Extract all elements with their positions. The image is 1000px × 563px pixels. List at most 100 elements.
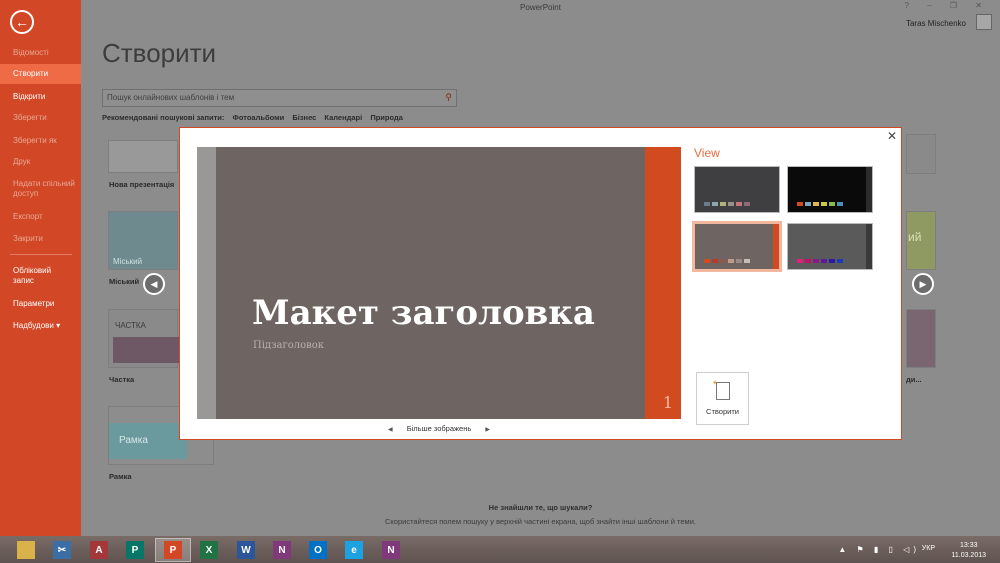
variant-accent-bar <box>866 224 872 269</box>
more-images-label[interactable]: Більше зображень <box>407 424 472 433</box>
sidebar-item-new[interactable]: Створити <box>0 64 81 84</box>
sidebar-item-addins[interactable]: Надбудови ▾ <box>0 321 81 331</box>
template-frame-label[interactable]: Рамка <box>109 472 132 481</box>
suggested-link-calendars[interactable]: Календарі <box>324 113 362 122</box>
back-arrow-icon[interactable]: ← <box>10 10 34 34</box>
slide-subtitle: Підзаголовок <box>253 340 325 351</box>
taskbar-app-access[interactable]: A <box>81 538 117 562</box>
sidebar-item-account[interactable]: Обліковий запис <box>0 266 70 286</box>
variant-swatch <box>829 259 835 263</box>
clock-time: 13:33 <box>959 542 978 549</box>
help-icon[interactable]: ? <box>905 1 917 10</box>
more-images-prev-icon[interactable]: ◀ <box>388 427 393 433</box>
search-icon[interactable]: ⚲ <box>445 92 452 103</box>
taskbar-app-internet-explorer[interactable]: e <box>336 538 372 562</box>
suggested-link-photo-albums[interactable]: Фотоальбоми <box>232 113 284 122</box>
variant-swatch <box>821 259 827 263</box>
variant-swatch <box>720 259 726 263</box>
theme-variant-3[interactable] <box>692 221 782 272</box>
not-found-title: Не знайшли те, що шукали? <box>488 503 593 512</box>
template-city-thumb-text: Міський <box>113 257 143 266</box>
close-window-icon[interactable]: ✕ <box>975 1 990 10</box>
onenote-icon: N <box>273 541 291 559</box>
taskbar-app-snipping-tool[interactable]: ✂ <box>44 538 80 562</box>
taskbar-app-excel[interactable]: X <box>191 538 227 562</box>
access-icon: A <box>90 541 108 559</box>
sidebar-item-info[interactable]: Відомості <box>0 48 81 58</box>
sidebar-item-save-as[interactable]: Зберегти як <box>0 136 81 146</box>
restore-icon[interactable]: ❐ <box>950 1 965 10</box>
sidebar-item-export[interactable]: Експорт <box>0 212 81 222</box>
taskbar-app-word[interactable]: W <box>228 538 264 562</box>
sidebar-item-options[interactable]: Параметри <box>0 299 81 309</box>
template-search-input[interactable]: Пошук онлайнових шаблонів і тем ⚲ <box>102 89 457 107</box>
variant-swatch <box>728 202 734 206</box>
template-right-1-thumb[interactable] <box>906 134 936 174</box>
variant-swatch <box>805 202 811 206</box>
template-city-label[interactable]: Міський <box>109 277 139 286</box>
template-frame-thumb-text: Рамка <box>119 435 148 446</box>
suggested-link-business[interactable]: Бізнес <box>292 113 316 122</box>
publisher-icon: P <box>126 541 144 559</box>
close-icon[interactable]: ✕ <box>887 129 897 143</box>
slide-left-bar <box>197 147 216 419</box>
template-part-label[interactable]: Частка <box>109 375 134 384</box>
variant-accent-bar <box>773 224 779 269</box>
not-found-hint: Скористайтеся полем пошуку у верхній час… <box>385 517 696 526</box>
variant-swatch <box>797 259 803 263</box>
sidebar-item-print[interactable]: Друк <box>0 157 81 167</box>
suggested-link-nature[interactable]: Природа <box>370 113 403 122</box>
theme-variant-2[interactable] <box>787 166 873 213</box>
template-right-3-label[interactable]: ди... <box>906 375 922 384</box>
template-blank-label[interactable]: Нова презентація <box>109 180 174 189</box>
variant-swatch <box>837 202 843 206</box>
variant-swatch <box>813 202 819 206</box>
taskbar-app-onenote[interactable]: N <box>264 538 300 562</box>
window-title: PowerPoint <box>520 3 561 12</box>
outlook-icon: O <box>309 541 327 559</box>
variant-swatches <box>797 259 845 263</box>
next-template-icon[interactable]: ▶ <box>912 273 934 295</box>
more-images-next-icon[interactable]: ▶ <box>485 427 490 433</box>
internet-explorer-icon: e <box>345 541 363 559</box>
taskbar-app-explorer[interactable] <box>8 538 44 562</box>
avatar[interactable] <box>976 14 992 30</box>
system-tray[interactable]: ▲ ⚑ ▮ ▯ ◁) <box>838 545 920 554</box>
minimize-icon[interactable]: – <box>927 1 939 10</box>
template-right-2-thumb-text: ий <box>908 230 922 244</box>
template-part-band <box>113 337 179 363</box>
variant-swatch <box>829 202 835 206</box>
theme-variant-1[interactable] <box>694 166 780 213</box>
clock[interactable]: 13:33 11.03.2013 <box>951 541 986 561</box>
taskbar-app-publisher[interactable]: P <box>117 538 153 562</box>
variant-swatch <box>821 202 827 206</box>
variant-swatch <box>712 202 718 206</box>
account-name[interactable]: Taras Mischenko <box>906 19 966 28</box>
template-city-thumb[interactable]: Міський <box>108 211 178 270</box>
theme-variant-4[interactable] <box>787 223 873 270</box>
template-blank-thumb[interactable] <box>108 140 178 173</box>
template-right-3-thumb[interactable] <box>906 309 936 368</box>
variant-swatch <box>736 202 742 206</box>
sidebar-item-open[interactable]: Відкрити <box>0 92 81 102</box>
variant-swatch <box>744 259 750 263</box>
window-controls[interactable]: ? – ❐ ✕ <box>905 1 990 10</box>
taskbar-app-powerpoint[interactable]: P <box>155 538 191 562</box>
suggested-searches: Рекомендовані пошукові запити: Фотоальбо… <box>102 113 409 122</box>
page-title: Створити <box>102 38 217 68</box>
sidebar-item-share[interactable]: Надати спільний доступ <box>0 179 78 199</box>
sidebar-item-save[interactable]: Зберегти <box>0 113 81 123</box>
template-right-2-thumb[interactable]: ий <box>906 211 936 270</box>
word-icon: W <box>237 541 255 559</box>
taskbar-app-onenote-clipper[interactable]: N <box>373 538 409 562</box>
sidebar-item-close[interactable]: Закрити <box>0 234 81 244</box>
variant-accent-bar <box>866 167 872 212</box>
taskbar-app-outlook[interactable]: O <box>300 538 336 562</box>
template-part-thumb-text: ЧАСТКА <box>115 321 146 330</box>
clock-date: 11.03.2013 <box>951 552 986 559</box>
create-button[interactable]: ✦ Створити <box>696 372 749 425</box>
previous-template-icon[interactable]: ◀ <box>143 273 165 295</box>
template-part-thumb[interactable]: ЧАСТКА <box>108 309 179 368</box>
slide-preview: Макет заголовка Підзаголовок 1 <box>197 147 681 419</box>
language-indicator[interactable]: УКР <box>922 545 935 552</box>
